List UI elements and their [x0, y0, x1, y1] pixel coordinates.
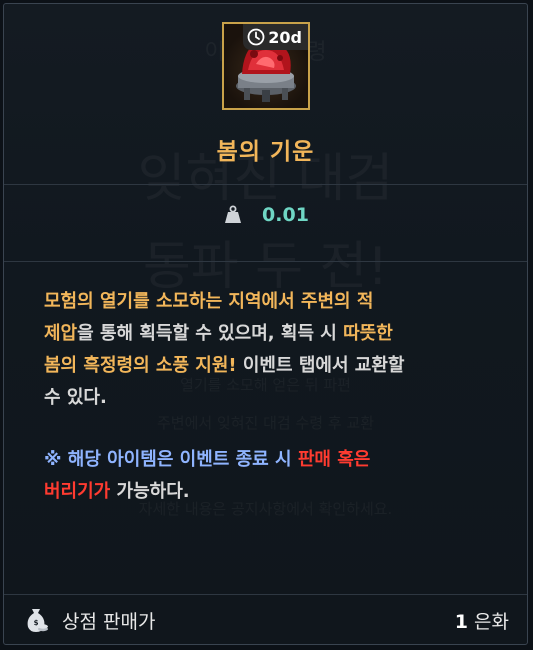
shop-price-row: $ 상점 판매가 1 은화	[4, 595, 527, 644]
text-line: 제압을 통해 획득할 수 있으며, 획득 시 따뜻한	[44, 318, 509, 350]
item-icon: 20d	[222, 22, 310, 110]
weight-icon	[225, 205, 242, 223]
price-value: 1	[454, 610, 469, 633]
text-segment: ※ 해당 아이템은 이벤트 종료 시	[44, 449, 298, 470]
divider	[4, 184, 527, 185]
price-unit: 은화	[474, 610, 509, 633]
shop-price-label: 상점 판매가	[62, 610, 156, 633]
item-description: 모험의 열기를 소모하는 지역에서 주변의 적제압을 통해 획득할 수 있으며,…	[44, 286, 509, 414]
text-line: 모험의 열기를 소모하는 지역에서 주변의 적	[44, 286, 509, 318]
svg-text:$: $	[34, 619, 39, 627]
duration-badge: 20d	[243, 24, 308, 50]
text-segment: 수 있다.	[44, 387, 107, 408]
text-line: 봄의 흑정령의 소풍 지원! 이벤트 탭에서 교환할	[44, 350, 509, 382]
divider	[4, 261, 527, 262]
text-segment: 제압	[44, 323, 78, 344]
weight-row: 0.01	[4, 204, 527, 226]
text-segment: 따뜻한	[343, 323, 393, 344]
background-art: 주변에서 잊혀진 대검 수령 후 교환	[4, 412, 527, 433]
item-name: 봄의 기운	[216, 139, 315, 165]
price: 1 은화	[455, 607, 509, 634]
text-segment: 모험의 열기를 소모하는 지역에서 주변의 적	[44, 291, 374, 312]
text-line: 버리기가 가능하다.	[44, 476, 509, 508]
text-line: 수 있다.	[44, 382, 509, 414]
duration-text: 20d	[268, 27, 302, 47]
text-line: ※ 해당 아이템은 이벤트 종료 시 판매 혹은	[44, 444, 509, 476]
text-segment: 가능하다.	[110, 481, 190, 502]
money-bag-icon: $	[27, 609, 48, 632]
text-segment: 이벤트 탭에서 교환할	[236, 355, 405, 376]
item-tooltip: 이벤트 · 수령 잊혀진 대검 동파 두 전! 열기를 소모해 얻은 뒤 파편 …	[3, 3, 528, 645]
text-segment: 버리기가	[44, 481, 111, 502]
event-notice: ※ 해당 아이템은 이벤트 종료 시 판매 혹은 버리기가 가능하다.	[44, 444, 509, 508]
text-segment: 판매 혹은	[297, 449, 371, 470]
text-segment: 봄의 흑정령의 소풍 지원!	[44, 355, 237, 376]
weight-value: 0.01	[262, 204, 309, 226]
clock-icon	[247, 28, 265, 46]
text-segment: 을 통해 획득할 수 있으며, 획득 시	[77, 323, 344, 344]
